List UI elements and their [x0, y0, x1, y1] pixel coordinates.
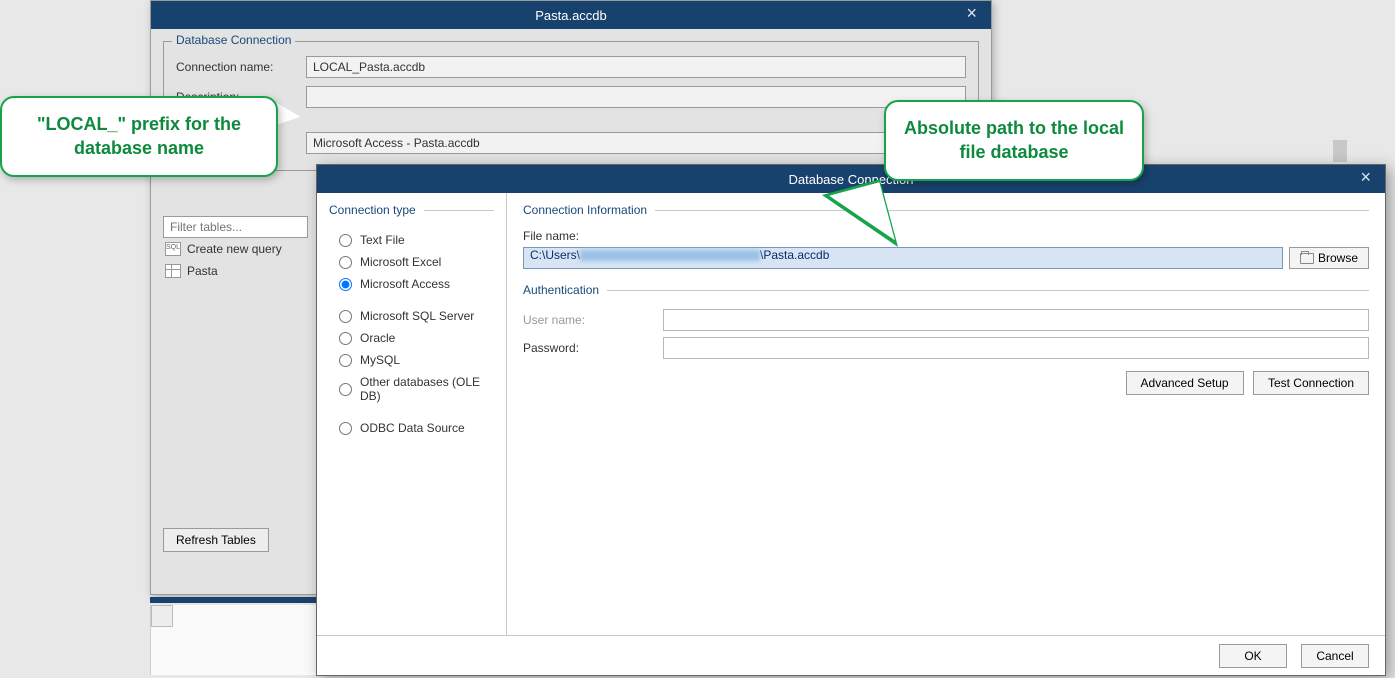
connection-type-panel: Connection type Text File Microsoft Exce…	[317, 193, 507, 635]
file-path-suffix: \Pasta.accdb	[760, 248, 829, 262]
file-name-input[interactable]: C:\Users\ \Pasta.accdb	[523, 247, 1283, 269]
cancel-button[interactable]: Cancel	[1301, 644, 1369, 668]
tables-panel: Create new query Pasta	[163, 216, 308, 282]
refresh-tables-button[interactable]: Refresh Tables	[163, 528, 269, 552]
folder-icon	[1300, 253, 1314, 264]
connection-info-heading: Connection Information	[523, 203, 1369, 217]
close-icon[interactable]: ×	[960, 3, 983, 24]
parent-title-bar: Pasta.accdb ×	[151, 1, 991, 29]
user-name-label: User name:	[523, 313, 663, 327]
connection-info-panel: Connection Information File name: C:\Use…	[507, 193, 1385, 635]
table-pasta-label: Pasta	[187, 264, 218, 278]
radio-oledb-label: Other databases (OLE DB)	[360, 375, 494, 403]
divider-line	[424, 210, 494, 211]
radio-mysql-label: MySQL	[360, 353, 400, 367]
connection-info-label: Connection Information	[523, 203, 647, 217]
connection-type-label: Connection type	[329, 203, 416, 217]
divider-line	[607, 290, 1369, 291]
radio-excel[interactable]: Microsoft Excel	[329, 251, 494, 273]
create-query-item[interactable]: Create new query	[163, 238, 308, 260]
radio-text-file-label: Text File	[360, 233, 405, 247]
create-query-label: Create new query	[187, 242, 282, 256]
group-legend: Database Connection	[172, 33, 295, 47]
sql-icon	[165, 242, 181, 256]
radio-odbc[interactable]: ODBC Data Source	[329, 417, 494, 439]
browse-button[interactable]: Browse	[1289, 247, 1369, 269]
advanced-setup-button[interactable]: Advanced Setup	[1126, 371, 1244, 395]
close-icon[interactable]: ×	[1354, 167, 1377, 188]
callout-absolute-path: Absolute path to the local file database	[884, 100, 1144, 181]
table-icon	[165, 264, 181, 278]
authentication-heading: Authentication	[523, 283, 1369, 297]
radio-oledb[interactable]: Other databases (OLE DB)	[329, 371, 494, 407]
radio-access[interactable]: Microsoft Access	[329, 273, 494, 295]
password-label: Password:	[523, 341, 663, 355]
filter-tables-input[interactable]	[163, 216, 308, 238]
db-type-combo[interactable]	[306, 132, 947, 154]
dialog-footer: OK Cancel	[317, 635, 1385, 675]
radio-oracle-label: Oracle	[360, 331, 395, 345]
authentication-label: Authentication	[523, 283, 599, 297]
radio-access-label: Microsoft Access	[360, 277, 450, 291]
grid-corner	[151, 605, 173, 627]
scrollbar-stub[interactable]	[1333, 140, 1347, 162]
file-path-prefix: C:\Users\	[530, 248, 580, 262]
radio-sql-server-label: Microsoft SQL Server	[360, 309, 474, 323]
radio-mysql[interactable]: MySQL	[329, 349, 494, 371]
connection-name-label: Connection name:	[176, 60, 306, 74]
table-item-pasta[interactable]: Pasta	[163, 260, 308, 282]
connection-name-input[interactable]	[306, 56, 966, 78]
file-name-label: File name:	[523, 229, 1369, 243]
radio-excel-label: Microsoft Excel	[360, 255, 441, 269]
radio-odbc-label: ODBC Data Source	[360, 421, 465, 435]
file-path-redacted	[580, 250, 760, 261]
callout-local-prefix: "LOCAL_" prefix for the database name	[0, 96, 278, 177]
radio-text-file[interactable]: Text File	[329, 229, 494, 251]
connection-type-heading: Connection type	[329, 203, 494, 217]
browse-label: Browse	[1318, 251, 1358, 265]
ok-button[interactable]: OK	[1219, 644, 1287, 668]
radio-sql-server[interactable]: Microsoft SQL Server	[329, 305, 494, 327]
parent-title: Pasta.accdb	[535, 8, 607, 23]
radio-oracle[interactable]: Oracle	[329, 327, 494, 349]
